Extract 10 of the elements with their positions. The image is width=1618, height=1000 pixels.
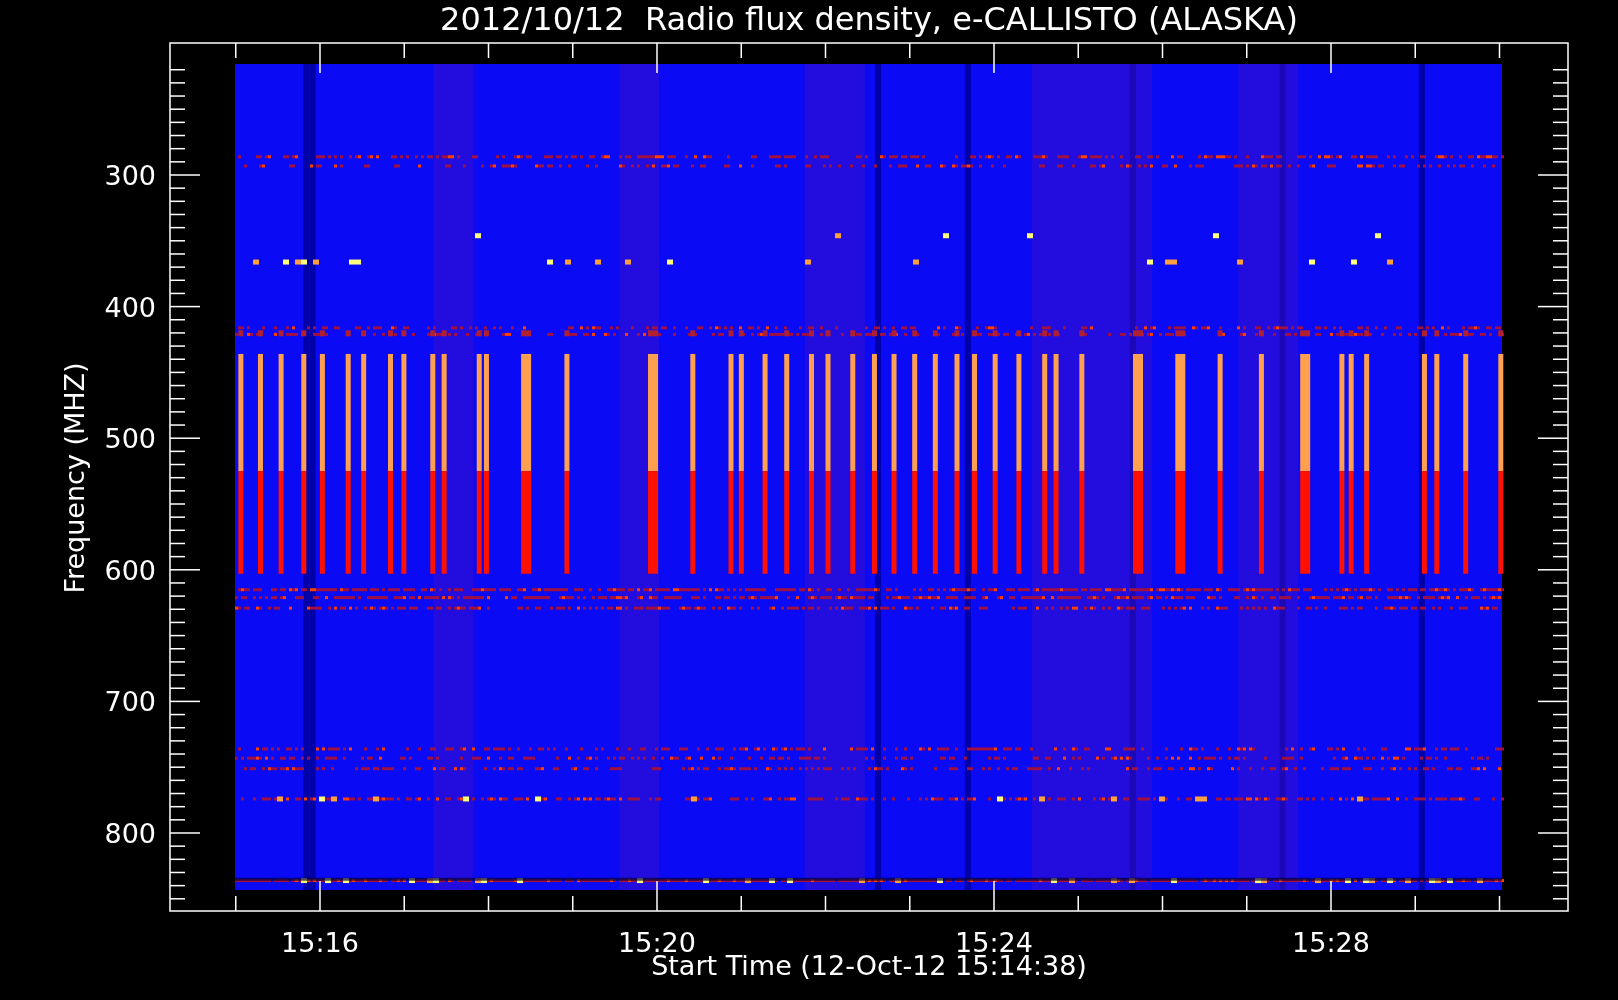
y-tick-label: 300 [104,160,156,191]
y-tick-label: 700 [104,686,156,718]
y-tick-label: 500 [104,423,156,455]
y-axis-label: Frequency (MHZ) [59,362,90,594]
x-tick-label: 15:16 [281,927,359,958]
y-tick-label: 600 [104,554,156,586]
chart-title: 2012/10/12 Radio flux density, e-CALLISTO (ALASKA) [440,0,1298,38]
y-tick-label: 800 [104,818,156,849]
y-tick-label: 400 [104,291,156,323]
x-tick-label: 15:28 [1292,927,1370,958]
